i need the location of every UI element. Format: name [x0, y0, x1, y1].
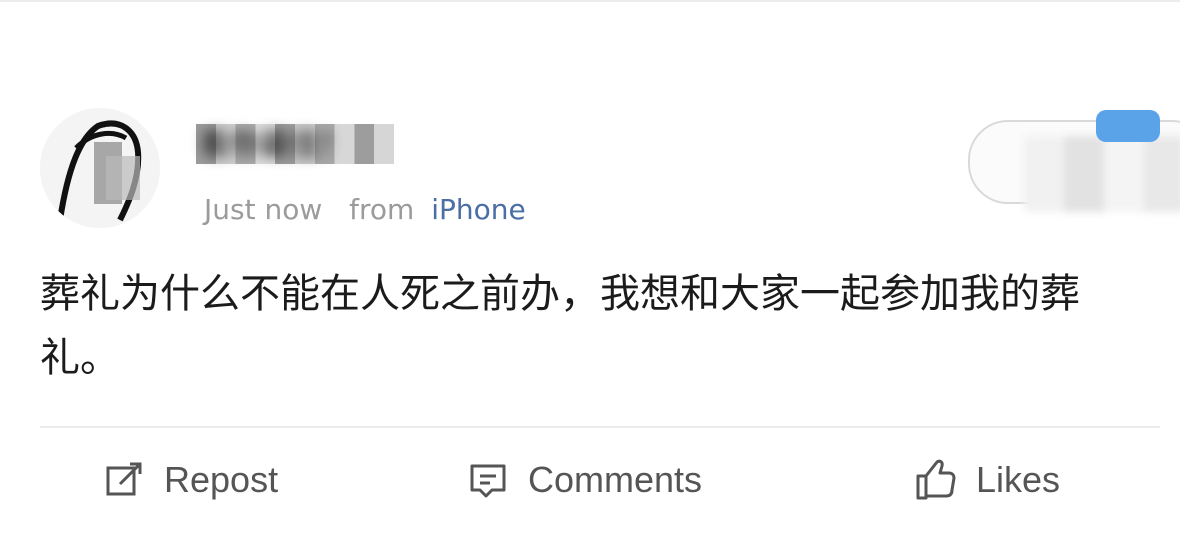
post-time: Just now	[204, 193, 323, 226]
follow-button-blur	[1024, 136, 1180, 212]
avatar-image	[40, 108, 160, 228]
top-divider	[0, 0, 1180, 2]
post-meta: Just now from iPhone	[204, 190, 526, 230]
post-source-label: from	[349, 193, 415, 226]
username-wrapper[interactable]: 看你最佳！	[200, 122, 400, 170]
actions-divider	[40, 426, 1160, 428]
username[interactable]: 看你最佳！	[200, 122, 400, 170]
comments-button[interactable]: Comments	[466, 452, 702, 508]
likes-label: Likes	[976, 459, 1061, 500]
comments-label: Comments	[528, 459, 703, 500]
likes-button[interactable]: Likes	[914, 452, 1060, 508]
repost-icon	[102, 458, 146, 502]
avatar[interactable]	[40, 108, 160, 228]
post-device-link[interactable]: iPhone	[431, 193, 526, 226]
repost-label: Repost	[164, 459, 279, 500]
follow-badge	[1096, 110, 1160, 142]
post-body: 葬礼为什么不能在人死之前办，我想和大家一起参加我的葬礼。	[40, 271, 1080, 381]
like-icon	[914, 458, 958, 502]
comments-icon	[466, 458, 510, 502]
repost-button[interactable]: Repost	[102, 452, 278, 508]
